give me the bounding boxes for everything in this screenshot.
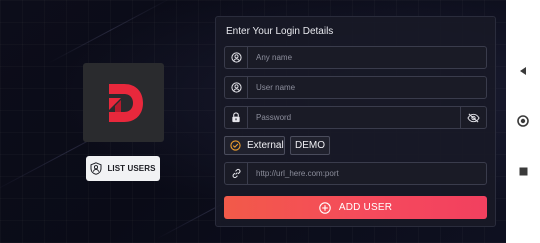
add-user-label: ADD USER (338, 202, 393, 213)
url-field-icon-box (225, 163, 248, 184)
external-label: External (247, 140, 284, 151)
app-logo (83, 63, 164, 142)
background-streak (47, 0, 173, 64)
url-input[interactable] (248, 163, 486, 184)
name-field-icon-box (225, 47, 248, 68)
check-circle-icon (230, 140, 241, 151)
login-form-panel: Enter Your Login Details Any name User n… (215, 16, 496, 227)
circle-home-icon (517, 115, 529, 127)
form-title: Enter Your Login Details (226, 26, 334, 37)
password-visibility-toggle[interactable] (460, 107, 486, 128)
user-circle-icon (230, 52, 242, 63)
app-screen: LIST USERS Enter Your Login Details Any … (0, 0, 506, 243)
user-badge-icon (90, 162, 102, 175)
password-field-icon-box (225, 107, 248, 128)
username-field (224, 76, 487, 99)
link-icon (232, 168, 240, 179)
nav-recents-button[interactable] (515, 163, 531, 179)
nav-home-button[interactable] (515, 113, 531, 129)
d-logo-icon (108, 83, 143, 122)
password-field (224, 106, 487, 129)
demo-label: DEMO (295, 140, 325, 151)
name-field (224, 46, 487, 69)
eye-off-icon (467, 112, 480, 123)
list-users-label: LIST USERS (107, 164, 156, 173)
username-field-icon-box (225, 77, 248, 98)
lock-icon (232, 112, 240, 123)
user-circle-icon (230, 82, 242, 93)
name-input[interactable] (248, 47, 486, 68)
demo-option[interactable]: DEMO (290, 136, 330, 155)
external-option[interactable]: External (224, 136, 285, 155)
password-input[interactable] (248, 107, 460, 128)
system-nav-bar (506, 0, 540, 243)
triangle-back-icon (520, 67, 526, 75)
add-user-button[interactable]: ADD USER (224, 196, 487, 219)
nav-back-button[interactable] (515, 63, 531, 79)
username-input[interactable] (248, 77, 486, 98)
plus-circle-icon (319, 201, 331, 214)
list-users-button[interactable]: LIST USERS (86, 156, 160, 181)
square-recents-icon (519, 167, 527, 175)
url-field (224, 162, 487, 185)
